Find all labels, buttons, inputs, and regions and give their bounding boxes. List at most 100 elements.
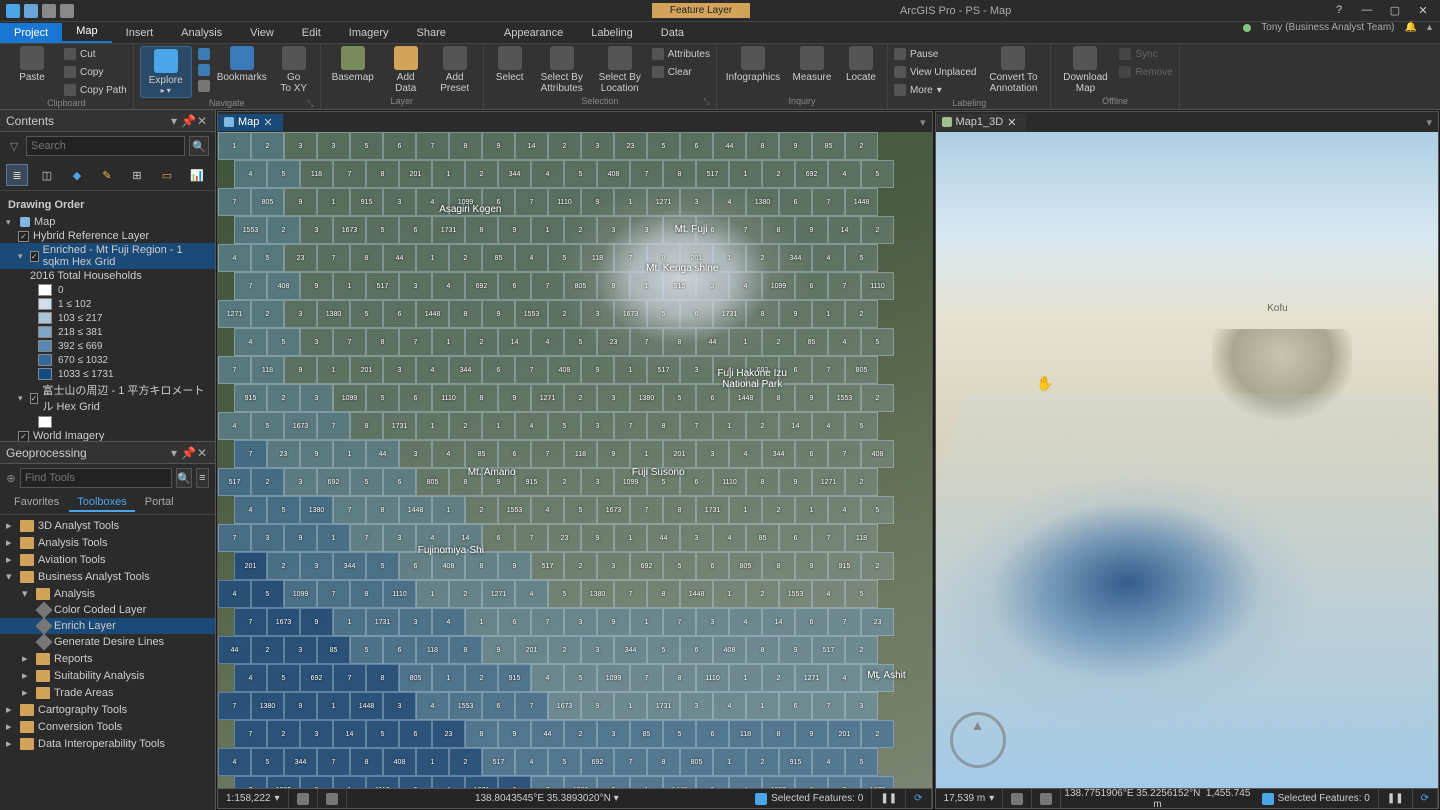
pause-labeling-button[interactable]: Pause <box>894 46 977 62</box>
contents-pin-icon[interactable]: 📌 <box>181 114 195 128</box>
gp-menu-button[interactable]: ≡ <box>196 468 209 488</box>
gp-toolbox[interactable]: ▸Data Interoperability Tools <box>0 735 215 752</box>
tab-share[interactable]: Share <box>403 23 460 43</box>
sb-sel-3d[interactable]: Selected Features: 0 <box>1254 789 1379 808</box>
sb-rotation-icon[interactable] <box>318 789 347 808</box>
download-map-button[interactable]: Download Map <box>1057 46 1113 94</box>
toc-editing-icon[interactable]: ✎ <box>96 164 118 186</box>
maximize-button[interactable]: ▢ <box>1388 4 1402 17</box>
map-2d-dropdown-icon[interactable]: ▾ <box>914 116 932 129</box>
select-button[interactable]: Select <box>490 46 530 83</box>
tab-view[interactable]: View <box>236 23 288 43</box>
gp-tab-favorites[interactable]: Favorites <box>6 494 67 512</box>
contents-menu-icon[interactable]: ▾ <box>167 114 181 128</box>
qat-undo-icon[interactable] <box>42 4 56 18</box>
toc-map-node[interactable]: Map <box>0 215 215 229</box>
gp-toolbox[interactable]: ▸3D Analyst Tools <box>0 517 215 534</box>
toc-layer-jp[interactable]: 富士山の周辺 - 1 平方キロメートル Hex Grid <box>0 381 215 415</box>
map-2d-close-icon[interactable]: ✕ <box>263 116 272 129</box>
toc-chart-icon[interactable]: 📊 <box>186 164 208 186</box>
sb-refresh-3d-icon[interactable]: ⟳ <box>1413 789 1438 808</box>
gp-toolbox[interactable]: ▾Business Analyst Tools <box>0 568 215 585</box>
sb-refresh-2d-icon[interactable]: ⟳ <box>906 789 931 808</box>
copy-path-button[interactable]: Copy Path <box>64 82 127 98</box>
notifications-icon[interactable]: 🔔 <box>1405 22 1417 33</box>
gp-toolset[interactable]: ▸Trade Areas <box>0 684 215 701</box>
gp-menu-icon[interactable]: ▾ <box>167 446 181 460</box>
help-button[interactable]: ? <box>1332 4 1346 17</box>
explore-button[interactable]: Explore▸ ▾ <box>140 46 192 98</box>
user-name[interactable]: Tony (Business Analyst Team) <box>1261 22 1394 33</box>
attributes-button[interactable]: Attributes <box>652 46 710 62</box>
toc-snapping-icon[interactable]: ⊞ <box>126 164 148 186</box>
infographics-button[interactable]: Infographics <box>723 46 783 83</box>
nav-prev-icon[interactable] <box>198 46 210 62</box>
contents-close-icon[interactable]: ✕ <box>195 114 209 128</box>
contents-filter-icon[interactable]: ▽ <box>6 136 22 156</box>
sb-pause-3d-icon[interactable]: ❚❚ <box>1379 789 1413 808</box>
toc-drawing-order-icon[interactable]: ≣ <box>6 164 28 186</box>
gp-toolset[interactable]: ▸Reports <box>0 650 215 667</box>
gp-toolbox[interactable]: ▸Cartography Tools <box>0 701 215 718</box>
go-to-xy-button[interactable]: Go To XY <box>274 46 314 94</box>
toc-layer-world-imagery[interactable]: World Imagery <box>0 429 215 441</box>
tab-insert[interactable]: Insert <box>112 23 168 43</box>
gp-search-go[interactable]: 🔍 <box>176 468 192 488</box>
toc-data-source-icon[interactable]: ◫ <box>36 164 58 186</box>
sb-sel-2d[interactable]: Selected Features: 0 <box>747 789 872 808</box>
locate-button[interactable]: Locate <box>841 46 881 83</box>
map-3d-close-icon[interactable]: ✕ <box>1007 116 1016 129</box>
sb-scale[interactable]: 1:158,222 ▾ <box>218 789 289 808</box>
gp-toolset[interactable]: ▸Suitability Analysis <box>0 667 215 684</box>
map-2d-canvas[interactable]: 1233567891423235644898524511878201123444… <box>218 132 932 788</box>
contents-search-input[interactable] <box>26 136 185 156</box>
qat-save-icon[interactable] <box>24 4 38 18</box>
nav-next-icon[interactable] <box>198 62 210 78</box>
sb-3d-icon2[interactable] <box>1032 789 1061 808</box>
nav-full-extent-icon[interactable] <box>198 78 210 94</box>
gp-back-icon[interactable]: ⊕ <box>6 468 16 488</box>
sb-pause-2d-icon[interactable]: ❚❚ <box>872 789 906 808</box>
qat-redo-icon[interactable] <box>60 4 74 18</box>
map-2d-tab[interactable]: Map✕ <box>218 114 283 131</box>
toc-layer-hybrid[interactable]: Hybrid Reference Layer <box>0 229 215 243</box>
minimize-button[interactable]: — <box>1360 4 1374 17</box>
sb-altitude[interactable]: 17,539 m ▾ <box>936 789 1004 808</box>
close-button[interactable]: ✕ <box>1416 4 1430 17</box>
tab-project[interactable]: Project <box>0 23 62 43</box>
sb-scale-lock-icon[interactable] <box>289 789 318 808</box>
tab-data[interactable]: Data <box>647 23 698 43</box>
map-3d-tab[interactable]: Map1_3D✕ <box>936 114 1027 131</box>
gp-toolset-analysis[interactable]: ▾Analysis <box>0 585 215 602</box>
toc-layer-enriched[interactable]: Enriched - Mt Fuji Region - 1 sqkm Hex G… <box>0 243 215 269</box>
gp-toolbox[interactable]: ▸Analysis Tools <box>0 534 215 551</box>
sb-3d-icon1[interactable] <box>1003 789 1032 808</box>
bookmarks-button[interactable]: Bookmarks <box>216 46 268 83</box>
gp-tab-toolboxes[interactable]: Toolboxes <box>69 494 135 512</box>
gp-pin-icon[interactable]: 📌 <box>181 446 195 460</box>
tab-imagery[interactable]: Imagery <box>335 23 403 43</box>
copy-button[interactable]: Copy <box>64 64 127 80</box>
toc-labeling-icon[interactable]: ▭ <box>156 164 178 186</box>
gp-tool[interactable]: Enrich Layer <box>0 618 215 634</box>
gp-tab-portal[interactable]: Portal <box>137 494 182 512</box>
gp-tool[interactable]: Generate Desire Lines <box>0 634 215 650</box>
contents-search-go[interactable]: 🔍 <box>189 136 209 156</box>
gp-search-input[interactable] <box>20 468 172 488</box>
gp-toolbox[interactable]: ▸Conversion Tools <box>0 718 215 735</box>
tab-analysis[interactable]: Analysis <box>167 23 236 43</box>
clear-selection-button[interactable]: Clear <box>652 64 710 80</box>
tab-edit[interactable]: Edit <box>288 23 335 43</box>
basemap-button[interactable]: Basemap <box>327 46 379 83</box>
paste-button[interactable]: Paste <box>6 46 58 83</box>
map-3d-canvas[interactable]: Kofu ✋ <box>936 132 1438 788</box>
gp-toolbox[interactable]: ▸Aviation Tools <box>0 551 215 568</box>
measure-button[interactable]: Measure <box>789 46 835 83</box>
map-3d-dropdown-icon[interactable]: ▾ <box>1420 116 1438 129</box>
tab-appearance[interactable]: Appearance <box>490 23 577 43</box>
tab-labeling[interactable]: Labeling <box>577 23 647 43</box>
select-by-attributes-button[interactable]: Select By Attributes <box>536 46 588 94</box>
cut-button[interactable]: Cut <box>64 46 127 62</box>
gp-tool[interactable]: Color Coded Layer <box>0 602 215 618</box>
toc-selection-icon[interactable]: ◆ <box>66 164 88 186</box>
